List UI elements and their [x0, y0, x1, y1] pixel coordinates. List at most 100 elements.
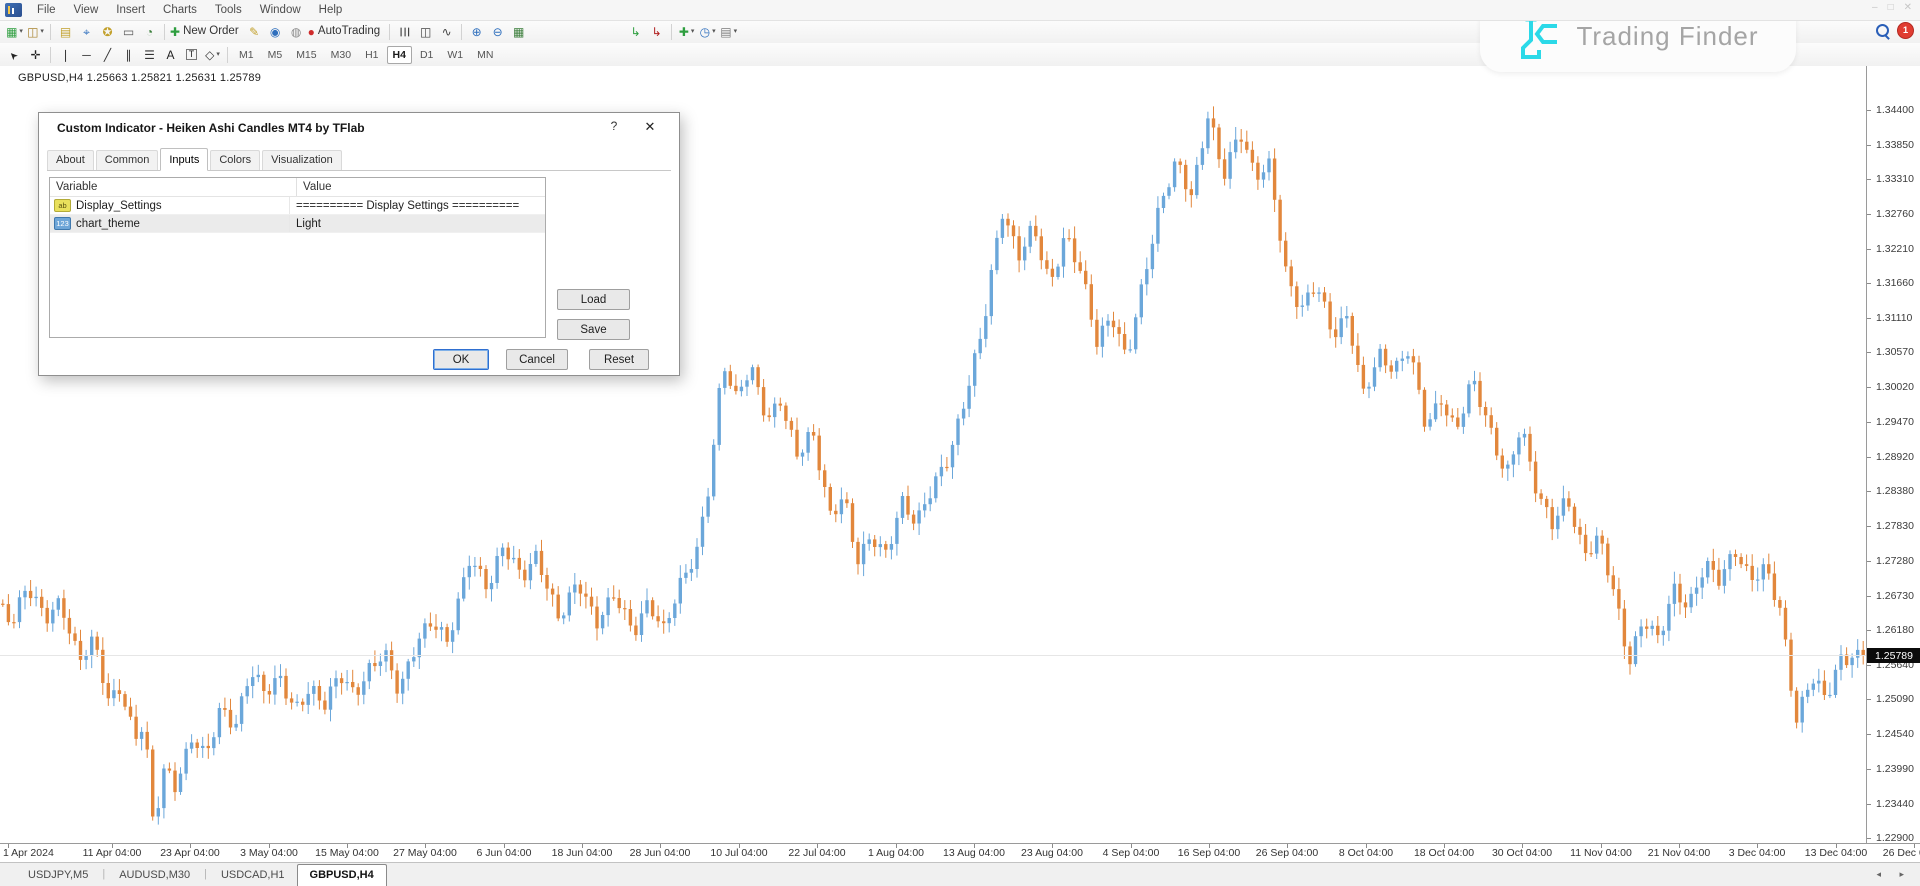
dialog-tab-about[interactable]: About	[47, 150, 94, 170]
app-logo-icon	[5, 3, 22, 17]
menu-file[interactable]: File	[28, 4, 65, 16]
price-scale[interactable]: 1.25789 1.344001.338501.333101.327601.32…	[1866, 66, 1920, 844]
new-order-button[interactable]: ✚New Order	[170, 22, 243, 41]
metaeditor-button[interactable]: ✎	[245, 22, 264, 41]
timeframe-button-m1[interactable]: M1	[233, 46, 260, 64]
tab-scroll-arrows[interactable]: ◂ ▸	[1876, 869, 1912, 880]
timeframe-button-h4[interactable]: H4	[387, 46, 412, 64]
text-label-button[interactable]: T	[182, 45, 201, 64]
strategy-tester-button[interactable]: ◔	[140, 22, 159, 41]
autotrading-icon: ●	[308, 26, 315, 38]
navigator-button[interactable]: ✪	[98, 22, 117, 41]
save-button[interactable]: Save	[557, 319, 630, 340]
date-label: 3 Dec 04:00	[1729, 847, 1786, 859]
market-watch-icon: ▤	[60, 26, 71, 38]
param-row-display-settings[interactable]: abDisplay_Settings========== Display Set…	[50, 197, 545, 215]
chevron-down-icon[interactable]: ▾	[216, 51, 220, 58]
search-icon[interactable]	[1876, 24, 1889, 37]
chart-tab-audusd-m30[interactable]: AUDUSD,M30	[107, 865, 202, 886]
zoom-in-button[interactable]: ⊕	[467, 22, 486, 41]
chart-candles-button[interactable]: ◫	[416, 22, 435, 41]
trendline-button[interactable]: ╱	[98, 45, 117, 64]
price-tick	[1867, 491, 1871, 492]
chart-shift-button[interactable]: ↳	[647, 22, 666, 41]
indicators-button[interactable]: ✚▾	[677, 22, 696, 41]
reset-button[interactable]: Reset	[589, 349, 649, 370]
timeframe-button-m15[interactable]: M15	[290, 46, 322, 64]
experts-button[interactable]: ◉	[266, 22, 285, 41]
close-icon[interactable]: ✕	[1904, 2, 1912, 13]
chart-tab-usdcad-h1[interactable]: USDCAD,H1	[209, 865, 297, 886]
dialog-tab-inputs[interactable]: Inputs	[160, 148, 208, 171]
dialog-tab-visualization[interactable]: Visualization	[262, 150, 342, 170]
dialog-tab-colors[interactable]: Colors	[210, 150, 260, 170]
dialog-close-button[interactable]: ✕	[639, 119, 661, 135]
chart-line-button[interactable]: ∿	[437, 22, 456, 41]
restore-icon[interactable]: □	[1888, 2, 1894, 13]
dialog-help-button[interactable]: ?	[604, 119, 624, 133]
column-variable: Variable	[50, 178, 297, 196]
cursor-button[interactable]: ➤	[5, 45, 24, 64]
text-button[interactable]: A	[161, 45, 180, 64]
chart-bars-icon: ☰	[399, 26, 411, 37]
chart-tab-gbpusd-h4[interactable]: GBPUSD,H4	[297, 864, 387, 886]
profiles-button[interactable]: ◫▾	[26, 22, 45, 41]
time-scale[interactable]: 1 Apr 202411 Apr 04:0023 Apr 04:003 May …	[0, 844, 1920, 862]
menu-insert[interactable]: Insert	[107, 4, 154, 16]
chevron-down-icon[interactable]: ▾	[40, 28, 44, 35]
vertical-line-button[interactable]: ❘	[56, 45, 75, 64]
param-value[interactable]: Light	[290, 218, 321, 230]
timeframe-button-d1[interactable]: D1	[414, 46, 439, 64]
date-label: 13 Aug 04:00	[943, 847, 1005, 859]
chevron-down-icon[interactable]: ▾	[734, 28, 738, 35]
toolbar-separator	[461, 24, 462, 40]
chart-tab-usdjpy-m5[interactable]: USDJPY,M5	[16, 865, 100, 886]
terminal-button[interactable]: ▭	[119, 22, 138, 41]
auto-scroll-button[interactable]: ↳	[626, 22, 645, 41]
autotrading-button[interactable]: ●AutoTrading	[308, 22, 384, 41]
data-window-button[interactable]: ⌖	[77, 22, 96, 41]
chart-bars-button[interactable]: ☰	[395, 22, 414, 41]
timeframe-button-m30[interactable]: M30	[325, 46, 357, 64]
timeframe-button-m5[interactable]: M5	[262, 46, 289, 64]
price-label: 1.32760	[1876, 208, 1914, 220]
menu-tools[interactable]: Tools	[206, 4, 251, 16]
dialog-tab-common[interactable]: Common	[96, 150, 159, 170]
chevron-down-icon[interactable]: ▾	[19, 28, 23, 35]
minimize-icon[interactable]: –	[1872, 2, 1878, 13]
menu-window[interactable]: Window	[251, 4, 310, 16]
navigator-icon: ✪	[102, 26, 112, 38]
chevron-down-icon[interactable]: ▾	[691, 28, 695, 35]
menu-help[interactable]: Help	[310, 4, 352, 16]
cancel-button[interactable]: Cancel	[506, 349, 568, 370]
fibonacci-button[interactable]: ☰	[140, 45, 159, 64]
chevron-down-icon[interactable]: ▾	[712, 28, 716, 35]
dialog-title-bar[interactable]: Custom Indicator - Heiken Ashi Candles M…	[39, 113, 679, 143]
price-label: 1.31660	[1876, 277, 1914, 289]
menu-charts[interactable]: Charts	[154, 4, 206, 16]
menu-view[interactable]: View	[65, 4, 108, 16]
options-button[interactable]: ◍	[287, 22, 306, 41]
timeframe-button-mn[interactable]: MN	[471, 46, 499, 64]
vertical-line-icon: ❘	[60, 49, 70, 61]
price-tick	[1867, 596, 1871, 597]
shapes-button[interactable]: ◇▾	[203, 45, 222, 64]
crosshair-button[interactable]: ✛	[26, 45, 45, 64]
new-chart-button[interactable]: ▦▾	[5, 22, 24, 41]
load-button[interactable]: Load	[557, 289, 630, 310]
notification-badge[interactable]: 1	[1897, 22, 1914, 39]
zoom-out-icon: ⊖	[493, 26, 503, 38]
param-row-chart-theme[interactable]: 123chart_themeLight	[50, 215, 545, 233]
ok-button[interactable]: OK	[433, 349, 489, 370]
param-value[interactable]: ========== Display Settings ==========	[290, 200, 519, 212]
market-watch-button[interactable]: ▤	[56, 22, 75, 41]
tile-windows-button[interactable]: ▦	[509, 22, 528, 41]
inputs-table[interactable]: Variable Value abDisplay_Settings=======…	[49, 177, 546, 338]
timeframe-button-w1[interactable]: W1	[441, 46, 469, 64]
horizontal-line-button[interactable]: ─	[77, 45, 96, 64]
periods-button[interactable]: ◷▾	[698, 22, 717, 41]
zoom-out-button[interactable]: ⊖	[488, 22, 507, 41]
timeframe-button-h1[interactable]: H1	[359, 46, 384, 64]
templates-button[interactable]: ▤▾	[719, 22, 738, 41]
equidistant-channel-button[interactable]: ∥	[119, 45, 138, 64]
